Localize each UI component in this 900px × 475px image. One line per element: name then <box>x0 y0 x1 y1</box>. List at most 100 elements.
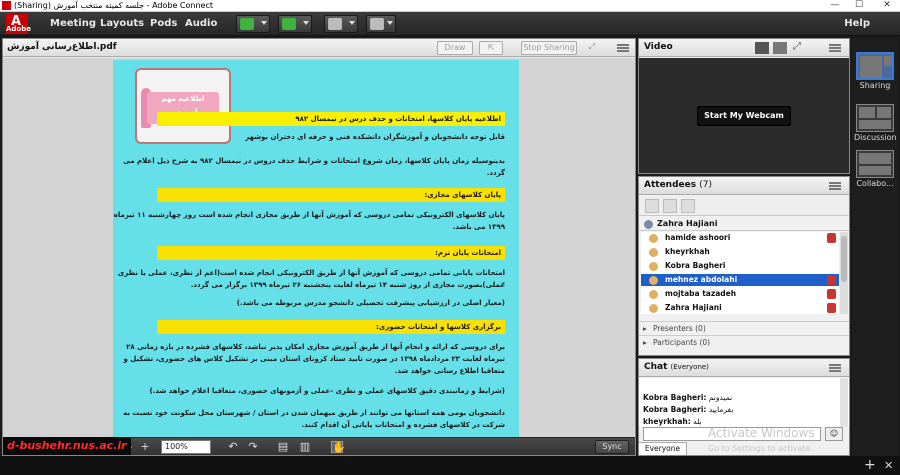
layout-collaboration[interactable]: Collabo... <box>854 150 896 190</box>
rotate-left-icon[interactable]: ↶ <box>227 441 239 453</box>
document-line: متعاقبا اطلاع رسانی خواهد شد. <box>394 367 505 375</box>
document-line: پایان کلاسهای مجازی: <box>157 188 505 202</box>
sync-button[interactable]: Sync <box>595 440 629 454</box>
bottom-bar: + ✕ <box>0 456 900 475</box>
document-line: شرکت در کلاسهای فشرده و امتحانات پایانی … <box>301 421 505 429</box>
site-url-watermark: d-bushehr.nus.ac.ir <box>3 437 131 455</box>
microphone-icon <box>282 18 296 30</box>
maximize-button[interactable]: ☐ <box>850 0 868 11</box>
group-presenters[interactable]: Presenters (0) <box>639 321 849 336</box>
user-icon <box>649 262 658 271</box>
attendee-row[interactable]: kheyrkhah <box>641 246 839 258</box>
attendees-pod: Attendees (7) Zahra Hajiani hamide ashoo… <box>638 176 850 356</box>
notice-image: اطلاعیه مهم آموزشی <box>135 68 231 144</box>
pod-options-menu-icon[interactable] <box>829 181 841 191</box>
close-button[interactable]: ✕ <box>878 0 896 11</box>
menu-pods[interactable]: Pods <box>150 16 177 32</box>
microphone-icon <box>827 233 836 243</box>
menu-help[interactable]: Help <box>844 16 870 32</box>
user-settings-icon[interactable] <box>681 199 695 213</box>
adobe-logo-icon: A Adobe <box>6 14 31 34</box>
menu-audio[interactable]: Audio <box>185 16 217 32</box>
document-line: گردد. <box>486 169 505 177</box>
user-icon <box>649 304 658 313</box>
filmstrip-view-icon[interactable] <box>773 42 787 54</box>
microphone-icon <box>827 303 836 313</box>
chat-author: Kobra Bagheri: <box>643 405 707 414</box>
page-view-icon[interactable]: ▤ <box>277 441 289 453</box>
chat-tab-everyone[interactable]: Everyone <box>639 442 687 455</box>
attendee-name: Zahra Hajiani <box>665 303 722 312</box>
chat-text: بله <box>693 417 702 426</box>
attendee-row[interactable]: mojtaba tazadeh <box>641 288 839 300</box>
microphone-toggle-button[interactable] <box>278 15 312 33</box>
document-line: (شرایط و زمانبندی دقیق کلاسهای عملی و نظ… <box>149 387 505 395</box>
grid-view-icon[interactable] <box>755 42 769 54</box>
group-participants[interactable]: Participants (0) <box>639 335 849 350</box>
pod-options-menu-icon[interactable] <box>617 43 629 53</box>
user-icon <box>649 248 658 257</box>
document-page: اطلاعیه مهم آموزشی اطلاعیه پایان کلاسها،… <box>113 60 519 437</box>
chat-message: Kobra Bagheri: نمیدونم <box>643 392 837 404</box>
document-line: برگزاری کلاسها و امتحانات حضوری: <box>157 320 505 334</box>
zoom-level-select[interactable]: 100% <box>161 440 211 454</box>
menu-bar: A Adobe Meeting Layouts Pods Audio Help <box>0 12 900 36</box>
adobe-connect-logo-icon <box>2 1 11 10</box>
user-icon <box>649 290 658 299</box>
window-title-bar: (Sharing) جلسه کمیته منتخب آموزش - Adobe… <box>0 0 900 12</box>
emoticon-icon[interactable]: ☺ <box>825 427 843 441</box>
chat-text: نمیدونم <box>708 393 733 402</box>
raise-hand-button[interactable] <box>366 15 396 33</box>
speaker-toggle-button[interactable] <box>236 15 270 33</box>
document-viewer: اطلاعیه مهم آموزشی اطلاعیه پایان کلاسها،… <box>3 58 635 437</box>
pod-options-menu-icon[interactable] <box>829 363 841 373</box>
attendee-name: kheyrkhah <box>665 247 710 256</box>
minimize-button[interactable]: — <box>826 0 844 11</box>
layout-thumbnail <box>856 52 894 80</box>
hand-tool-icon[interactable]: ✋ <box>331 441 346 454</box>
attendee-row[interactable]: Zahra Hajiani <box>641 302 839 314</box>
zoom-in-icon[interactable]: + <box>139 441 151 453</box>
pod-options-menu-icon[interactable] <box>829 43 841 53</box>
attendee-name: mojtaba tazadeh <box>665 289 737 298</box>
activation-watermark-subtitle: Go to Settings to activate <box>708 444 811 453</box>
menu-meeting[interactable]: Meeting <box>50 16 96 32</box>
pointer-button[interactable]: ⇱ <box>479 41 503 55</box>
video-pod-title: Video <box>644 42 673 52</box>
host-row[interactable]: Zahra Hajiani <box>639 217 849 231</box>
breakout-icon[interactable] <box>663 199 677 213</box>
fullscreen-icon[interactable]: ⤢ <box>585 41 599 55</box>
stop-sharing-button[interactable]: Stop Sharing <box>521 41 577 55</box>
document-line: (معیار اصلی در ارزشیابی پیشرفت تحصیلی دا… <box>236 299 505 307</box>
activation-watermark-title: Activate Windows <box>708 426 815 440</box>
chat-scrollbar[interactable] <box>840 378 848 427</box>
attendee-row[interactable]: Kobra Bagheri <box>641 260 839 272</box>
microphone-icon <box>827 289 836 299</box>
user-camera-icon <box>328 18 342 30</box>
attendee-row[interactable]: mehnez abdolahi <box>641 274 839 286</box>
chat-pod-title: Chat (Everyone) <box>644 362 709 372</box>
draw-button[interactable]: Draw <box>437 41 473 55</box>
attendees-pod-header: Attendees (7) <box>639 177 849 195</box>
attendee-list-scrollbar[interactable] <box>840 232 848 314</box>
add-layout-icon[interactable]: + <box>864 456 876 475</box>
chat-pod-header: Chat (Everyone) <box>639 359 849 377</box>
webcam-toggle-button[interactable] <box>324 15 358 33</box>
layout-discussion[interactable]: Discussion <box>854 104 896 144</box>
close-layout-icon[interactable]: ✕ <box>884 456 893 475</box>
attendee-row[interactable]: hamide ashoori <box>641 232 839 244</box>
share-pod-footer: ◂ 1 ▸ — + 100% ↶ ↷ ▤ ▥ ✋ Sync d-bushehr.… <box>3 437 635 455</box>
menu-layouts[interactable]: Layouts <box>100 16 144 32</box>
list-view-icon[interactable] <box>645 199 659 213</box>
chevron-down-icon <box>261 21 267 25</box>
fullscreen-icon[interactable]: ⤢ <box>793 41 801 52</box>
document-line: اطلاعیه پایان کلاسها، امتحانات و حذف درس… <box>157 112 505 126</box>
window-title: (Sharing) جلسه کمیته منتخب آموزش - Adobe… <box>14 1 214 10</box>
microphone-icon <box>827 275 836 285</box>
start-webcam-button[interactable]: Start My Webcam <box>697 106 791 126</box>
layout-sharing[interactable]: Sharing <box>854 52 896 92</box>
rotate-right-icon[interactable]: ↷ <box>247 441 259 453</box>
page-layout-icon[interactable]: ▥ <box>299 441 311 453</box>
document-line: دانشجویان بومی همه استانها می توانند از … <box>123 409 505 417</box>
chevron-down-icon <box>303 21 309 25</box>
